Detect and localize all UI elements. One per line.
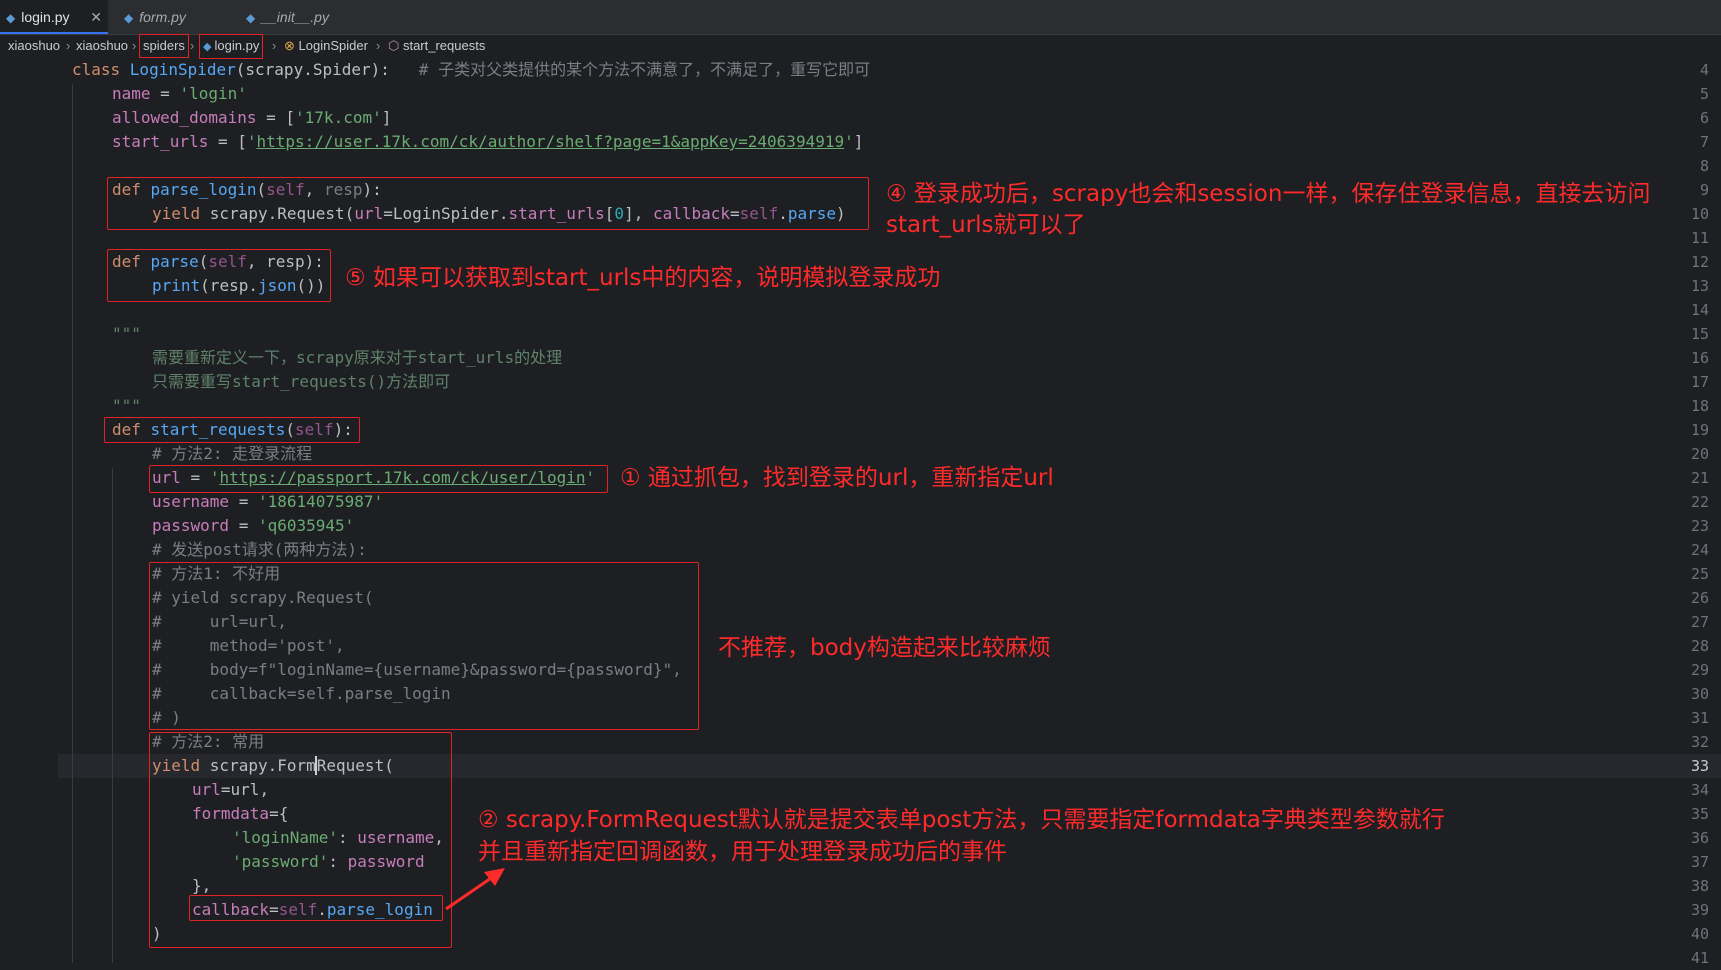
annotation-arrow: [445, 868, 505, 911]
